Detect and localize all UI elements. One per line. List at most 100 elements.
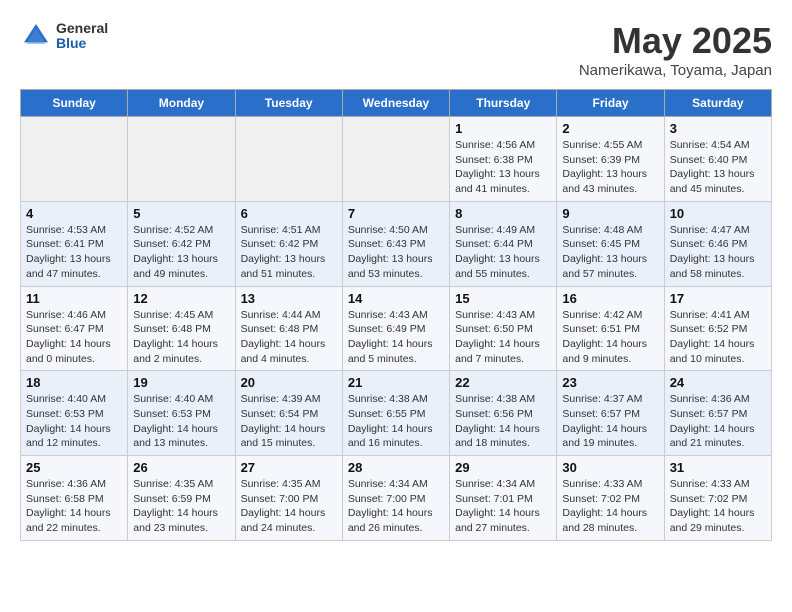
day-info: Sunrise: 4:56 AM Sunset: 6:38 PM Dayligh…: [455, 138, 551, 197]
day-cell: 15 Sunrise: 4:43 AM Sunset: 6:50 PM Dayli…: [450, 286, 557, 371]
day-info: Sunrise: 4:53 AM Sunset: 6:41 PM Dayligh…: [26, 223, 122, 282]
day-info: Sunrise: 4:55 AM Sunset: 6:39 PM Dayligh…: [562, 138, 658, 197]
weekday-header-friday: Friday: [557, 90, 664, 117]
day-number: 3: [670, 121, 766, 136]
day-info: Sunrise: 4:44 AM Sunset: 6:48 PM Dayligh…: [241, 308, 337, 367]
day-cell: 20 Sunrise: 4:39 AM Sunset: 6:54 PM Dayli…: [235, 371, 342, 456]
day-cell: 28 Sunrise: 4:34 AM Sunset: 7:00 PM Dayli…: [342, 456, 449, 541]
weekday-header-thursday: Thursday: [450, 90, 557, 117]
day-number: 20: [241, 375, 337, 390]
day-cell: [21, 117, 128, 202]
logo-blue: Blue: [56, 36, 108, 51]
week-row-1: 1 Sunrise: 4:56 AM Sunset: 6:38 PM Daylig…: [21, 117, 772, 202]
day-info: Sunrise: 4:40 AM Sunset: 6:53 PM Dayligh…: [133, 392, 229, 451]
week-row-3: 11Sunrise: 4:46 AM Sunset: 6:47 PM Dayli…: [21, 286, 772, 371]
day-number: 13: [241, 291, 337, 306]
page-header: General Blue May 2025 Namerikawa, Toyama…: [20, 20, 772, 79]
day-info: Sunrise: 4:37 AM Sunset: 6:57 PM Dayligh…: [562, 392, 658, 451]
logo-text: General Blue: [56, 21, 108, 52]
day-info: Sunrise: 4:43 AM Sunset: 6:50 PM Dayligh…: [455, 308, 551, 367]
day-number: 21: [348, 375, 444, 390]
day-cell: 29Sunrise: 4:34 AM Sunset: 7:01 PM Dayli…: [450, 456, 557, 541]
day-cell: 9 Sunrise: 4:48 AM Sunset: 6:45 PM Daylig…: [557, 201, 664, 286]
calendar-subtitle: Namerikawa, Toyama, Japan: [579, 62, 772, 79]
day-info: Sunrise: 4:35 AM Sunset: 7:00 PM Dayligh…: [241, 477, 337, 536]
day-number: 24: [670, 375, 766, 390]
day-cell: 4 Sunrise: 4:53 AM Sunset: 6:41 PM Daylig…: [21, 201, 128, 286]
day-info: Sunrise: 4:49 AM Sunset: 6:44 PM Dayligh…: [455, 223, 551, 282]
day-number: 28: [348, 460, 444, 475]
day-number: 14: [348, 291, 444, 306]
day-info: Sunrise: 4:51 AM Sunset: 6:42 PM Dayligh…: [241, 223, 337, 282]
day-number: 5: [133, 206, 229, 221]
day-cell: 7Sunrise: 4:50 AM Sunset: 6:43 PM Daylig…: [342, 201, 449, 286]
day-info: Sunrise: 4:46 AM Sunset: 6:47 PM Dayligh…: [26, 308, 122, 367]
week-row-5: 25Sunrise: 4:36 AM Sunset: 6:58 PM Dayli…: [21, 456, 772, 541]
weekday-header-row: SundayMondayTuesdayWednesdayThursdayFrid…: [21, 90, 772, 117]
day-cell: 30 Sunrise: 4:33 AM Sunset: 7:02 PM Dayli…: [557, 456, 664, 541]
day-cell: [235, 117, 342, 202]
calendar-table: SundayMondayTuesdayWednesdayThursdayFrid…: [20, 89, 772, 541]
weekday-header-sunday: Sunday: [21, 90, 128, 117]
day-number: 17: [670, 291, 766, 306]
day-cell: 6 Sunrise: 4:51 AM Sunset: 6:42 PM Daylig…: [235, 201, 342, 286]
logo-icon: [20, 20, 52, 52]
title-block: May 2025 Namerikawa, Toyama, Japan: [579, 20, 772, 79]
weekday-header-monday: Monday: [128, 90, 235, 117]
day-info: Sunrise: 4:41 AM Sunset: 6:52 PM Dayligh…: [670, 308, 766, 367]
day-number: 16: [562, 291, 658, 306]
day-cell: 24 Sunrise: 4:36 AM Sunset: 6:57 PM Dayli…: [664, 371, 771, 456]
day-number: 10: [670, 206, 766, 221]
day-number: 23: [562, 375, 658, 390]
day-number: 30: [562, 460, 658, 475]
day-number: 15: [455, 291, 551, 306]
day-info: Sunrise: 4:43 AM Sunset: 6:49 PM Dayligh…: [348, 308, 444, 367]
day-number: 2: [562, 121, 658, 136]
week-row-2: 4 Sunrise: 4:53 AM Sunset: 6:41 PM Daylig…: [21, 201, 772, 286]
day-cell: 3 Sunrise: 4:54 AM Sunset: 6:40 PM Daylig…: [664, 117, 771, 202]
day-info: Sunrise: 4:33 AM Sunset: 7:02 PM Dayligh…: [670, 477, 766, 536]
day-cell: 14 Sunrise: 4:43 AM Sunset: 6:49 PM Dayli…: [342, 286, 449, 371]
day-info: Sunrise: 4:34 AM Sunset: 7:01 PM Dayligh…: [455, 477, 551, 536]
day-cell: 17 Sunrise: 4:41 AM Sunset: 6:52 PM Dayli…: [664, 286, 771, 371]
day-number: 27: [241, 460, 337, 475]
day-number: 19: [133, 375, 229, 390]
logo-general: General: [56, 21, 108, 36]
day-cell: 26 Sunrise: 4:35 AM Sunset: 6:59 PM Dayli…: [128, 456, 235, 541]
day-number: 31: [670, 460, 766, 475]
weekday-header-wednesday: Wednesday: [342, 90, 449, 117]
day-info: Sunrise: 4:48 AM Sunset: 6:45 PM Dayligh…: [562, 223, 658, 282]
day-number: 4: [26, 206, 122, 221]
day-info: Sunrise: 4:47 AM Sunset: 6:46 PM Dayligh…: [670, 223, 766, 282]
day-info: Sunrise: 4:36 AM Sunset: 6:57 PM Dayligh…: [670, 392, 766, 451]
day-info: Sunrise: 4:40 AM Sunset: 6:53 PM Dayligh…: [26, 392, 122, 451]
day-info: Sunrise: 4:38 AM Sunset: 6:55 PM Dayligh…: [348, 392, 444, 451]
day-cell: 25Sunrise: 4:36 AM Sunset: 6:58 PM Dayli…: [21, 456, 128, 541]
week-row-4: 18Sunrise: 4:40 AM Sunset: 6:53 PM Dayli…: [21, 371, 772, 456]
day-info: Sunrise: 4:34 AM Sunset: 7:00 PM Dayligh…: [348, 477, 444, 536]
day-cell: [128, 117, 235, 202]
day-cell: 12Sunrise: 4:45 AM Sunset: 6:48 PM Dayli…: [128, 286, 235, 371]
day-number: 6: [241, 206, 337, 221]
day-number: 1: [455, 121, 551, 136]
day-number: 9: [562, 206, 658, 221]
weekday-header-saturday: Saturday: [664, 90, 771, 117]
logo: General Blue: [20, 20, 108, 52]
day-info: Sunrise: 4:54 AM Sunset: 6:40 PM Dayligh…: [670, 138, 766, 197]
day-number: 26: [133, 460, 229, 475]
day-info: Sunrise: 4:35 AM Sunset: 6:59 PM Dayligh…: [133, 477, 229, 536]
day-info: Sunrise: 4:38 AM Sunset: 6:56 PM Dayligh…: [455, 392, 551, 451]
day-info: Sunrise: 4:45 AM Sunset: 6:48 PM Dayligh…: [133, 308, 229, 367]
day-cell: 8 Sunrise: 4:49 AM Sunset: 6:44 PM Daylig…: [450, 201, 557, 286]
day-cell: 22 Sunrise: 4:38 AM Sunset: 6:56 PM Dayli…: [450, 371, 557, 456]
day-cell: 13 Sunrise: 4:44 AM Sunset: 6:48 PM Dayli…: [235, 286, 342, 371]
day-info: Sunrise: 4:39 AM Sunset: 6:54 PM Dayligh…: [241, 392, 337, 451]
day-cell: 23 Sunrise: 4:37 AM Sunset: 6:57 PM Dayli…: [557, 371, 664, 456]
day-cell: 1 Sunrise: 4:56 AM Sunset: 6:38 PM Daylig…: [450, 117, 557, 202]
day-cell: 18Sunrise: 4:40 AM Sunset: 6:53 PM Dayli…: [21, 371, 128, 456]
day-info: Sunrise: 4:33 AM Sunset: 7:02 PM Dayligh…: [562, 477, 658, 536]
day-number: 22: [455, 375, 551, 390]
day-number: 8: [455, 206, 551, 221]
day-info: Sunrise: 4:50 AM Sunset: 6:43 PM Dayligh…: [348, 223, 444, 282]
day-cell: 16Sunrise: 4:42 AM Sunset: 6:51 PM Dayli…: [557, 286, 664, 371]
